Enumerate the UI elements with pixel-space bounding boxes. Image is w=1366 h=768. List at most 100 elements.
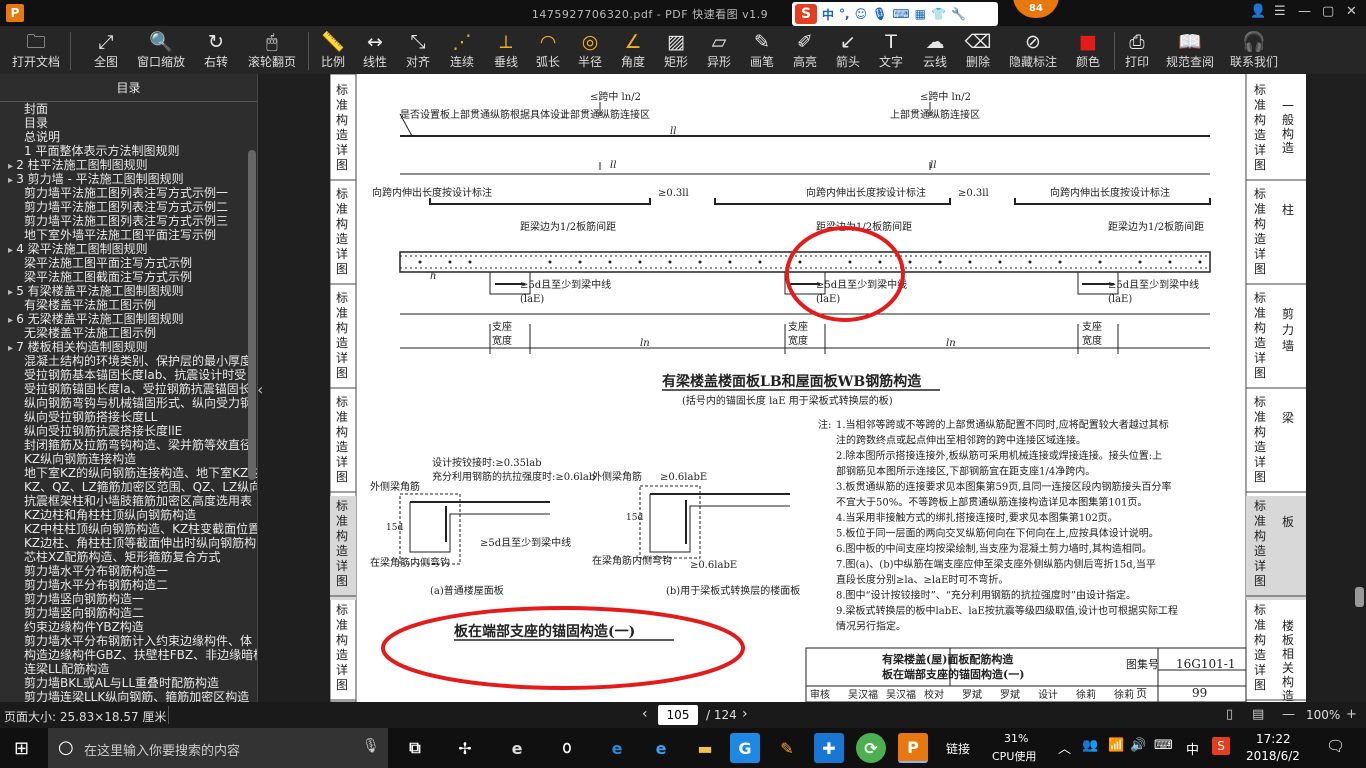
search-box[interactable]: ○ 在这里输入你要搜索的内容 🎙 bbox=[48, 728, 388, 768]
user-icon[interactable]: 👤 bbox=[1250, 4, 1266, 19]
notes-app-icon[interactable]: ✎ bbox=[772, 733, 802, 763]
markup-ellipse-1[interactable] bbox=[785, 226, 905, 322]
toc-item[interactable]: 混凝土结构的环境类别、保护层的最小厚度 bbox=[0, 354, 257, 368]
hide-markup-button[interactable]: ⊘ 隐藏标注 bbox=[1002, 30, 1064, 72]
toc-item[interactable]: 剪力墙水平分布钢筋构造一 bbox=[0, 564, 257, 578]
toc-item[interactable]: 剪力墙竖向钢筋构造一 bbox=[0, 592, 257, 606]
zoom-in-icon[interactable]: + bbox=[1346, 707, 1357, 722]
task-view-icon[interactable]: ⧉ bbox=[400, 733, 430, 763]
toc-item[interactable]: KZ边柱和角柱柱顶纵向钢筋构造 bbox=[0, 508, 257, 522]
side-tab-text[interactable]: 标准构造详图 bbox=[1254, 291, 1266, 380]
toc-item[interactable]: 5 有梁楼盖平法施工图制图规则 bbox=[0, 284, 257, 298]
arrow-button[interactable]: ↙ 箭头 bbox=[828, 30, 868, 72]
color-button[interactable]: ■ 颜色 bbox=[1068, 30, 1108, 72]
side-tab-text[interactable]: 标准构造详图 bbox=[336, 395, 348, 484]
ie-blue-icon[interactable]: e bbox=[646, 733, 676, 763]
toc-item[interactable]: 芯柱XZ配筋构造、矩形箍筋复合方式 bbox=[0, 550, 257, 564]
toc-item[interactable]: 有梁楼盖平法施工图示例 bbox=[0, 298, 257, 312]
swirl-app-icon[interactable]: ௦ bbox=[552, 733, 582, 763]
scale-button[interactable]: 📏 比例 bbox=[314, 30, 352, 72]
rotate-button[interactable]: ↻ 右转 bbox=[194, 30, 238, 72]
radius-button[interactable]: ◎ 半径 bbox=[570, 30, 610, 72]
side-tab-text[interactable]: 标准构造详图 bbox=[336, 187, 348, 276]
toc-item[interactable]: 连梁LL配筋构造 bbox=[0, 662, 257, 676]
side-tab-text[interactable]: 一般构造 bbox=[1282, 99, 1294, 155]
side-tab-text[interactable]: 柱 bbox=[1282, 202, 1294, 217]
toc-item[interactable]: 剪力墙水平分布钢筋构造二 bbox=[0, 578, 257, 592]
file-explorer-icon[interactable]: ▬ bbox=[690, 733, 720, 763]
toc-item[interactable]: 7 楼板相关构造制图规则 bbox=[0, 340, 257, 354]
toc-item[interactable]: 剪力墙水平分布钢筋计入约束边缘构件、体 bbox=[0, 634, 257, 648]
delete-button[interactable]: ⌫ 删除 bbox=[958, 30, 998, 72]
fit-button[interactable]: ⤢ 全图 bbox=[84, 30, 128, 72]
toc-item[interactable]: KZ边柱、角柱柱顶等截面伸出时纵向钢筋构 bbox=[0, 536, 257, 550]
sogou-tray-icon[interactable]: S bbox=[1212, 737, 1230, 755]
plus-app-icon[interactable]: ✚ bbox=[814, 733, 844, 763]
print-button[interactable]: ⎙ 打印 bbox=[1118, 30, 1156, 72]
toc-item[interactable]: KZ、QZ、LZ箍筋加密区范围、QZ、LZ纵向钢 bbox=[0, 480, 257, 494]
side-tab-text[interactable]: 标准构造详图 bbox=[1254, 499, 1266, 588]
zoom-window-button[interactable]: 🔍 窗口缩放 bbox=[134, 30, 188, 72]
open-button[interactable]: 🗀 打开文档 bbox=[6, 30, 66, 72]
toc-item[interactable]: 构造边缘构件GBZ、扶壁柱FBZ、非边缘暗柱 bbox=[0, 648, 257, 662]
page-number-input[interactable]: 105 bbox=[658, 705, 698, 725]
ime-indicator[interactable]: 中 bbox=[1186, 739, 1199, 758]
toc-item[interactable]: 3 剪力墙 - 平法施工图制图规则 bbox=[0, 172, 257, 186]
side-tab-text[interactable]: 梁 bbox=[1282, 410, 1294, 425]
pdf-viewer-task-icon[interactable]: P bbox=[898, 733, 928, 763]
side-tab-text[interactable]: 标准构造详图 bbox=[1254, 187, 1266, 276]
toc-item[interactable]: 目录 bbox=[0, 116, 257, 130]
side-tab-text[interactable]: 剪力墙 bbox=[1282, 306, 1294, 353]
side-tab-text[interactable]: 标准构造详图 bbox=[336, 83, 348, 172]
side-tab-text[interactable]: 标准构造详图 bbox=[1254, 603, 1266, 692]
toc-item[interactable]: 封闭箍筋及拉筋弯钩构造、梁并筋等效直径 bbox=[0, 438, 257, 452]
toc-item[interactable]: 无梁楼盖平法施工图示例 bbox=[0, 326, 257, 340]
scroll-page-button[interactable]: 🖱 滚轮翻页 bbox=[244, 30, 300, 72]
side-tab-text[interactable]: 板 bbox=[1282, 515, 1294, 529]
toc-item[interactable]: 6 无梁楼盖平法施工图制图规则 bbox=[0, 312, 257, 326]
toc-item[interactable]: 封面 bbox=[0, 102, 257, 116]
irregular-area-button[interactable]: ▱ 异形 bbox=[698, 30, 740, 72]
ime-toolbar[interactable]: S 中 °, ☺ 🎙 ⌨ ▦ 👕 🔧 bbox=[792, 2, 998, 26]
linear-button[interactable]: ↔ 线性 bbox=[356, 30, 394, 72]
keyboard-icon[interactable]: ⌨ bbox=[892, 7, 909, 21]
toc-item[interactable]: 地下室外墙平法施工图平面注写示例 bbox=[0, 228, 257, 242]
continuous-button[interactable]: ⋰ 连续 bbox=[442, 30, 482, 72]
edge-icon[interactable]: e bbox=[602, 733, 632, 763]
volume-icon[interactable]: 🔊 bbox=[1130, 738, 1146, 753]
fan-app-icon[interactable]: ✢ bbox=[450, 733, 480, 763]
green-app-icon[interactable]: ⟳ bbox=[856, 733, 886, 763]
toc-item[interactable]: KZ中柱柱顶纵向钢筋构造、KZ柱变截面位置 bbox=[0, 522, 257, 536]
markup-ellipse-2[interactable] bbox=[381, 606, 745, 690]
smile-icon[interactable]: ☺ bbox=[855, 7, 868, 21]
rect-area-button[interactable]: ▨ 矩形 bbox=[656, 30, 696, 72]
text-button[interactable]: T 文字 bbox=[870, 30, 912, 72]
g-app-icon[interactable]: G bbox=[730, 733, 760, 763]
arc-button[interactable]: ◠ 弧长 bbox=[528, 30, 568, 72]
toc-item[interactable]: 受拉钢筋锚固长度la、受拉钢筋抗震锚固长 bbox=[0, 382, 257, 396]
side-tab-text[interactable]: 标准构造详图 bbox=[336, 499, 348, 588]
microphone-icon[interactable]: 🎙 bbox=[362, 738, 380, 754]
notification-center-icon[interactable]: 🗨 bbox=[1326, 737, 1345, 755]
collapse-sidebar-icon[interactable]: ‹ bbox=[257, 380, 263, 399]
toc-item[interactable]: 梁平法施工图截面注写方式示例 bbox=[0, 270, 257, 284]
side-tab-text[interactable]: 楼板相关构造 bbox=[1282, 618, 1294, 702]
tray-up-icon[interactable]: ︿ bbox=[1058, 738, 1071, 757]
mic-icon[interactable]: 🎙 bbox=[872, 7, 887, 21]
maximize-icon[interactable]: ▢ bbox=[1322, 4, 1334, 19]
contact-button[interactable]: 🎧 联系我们 bbox=[1226, 30, 1282, 72]
continuous-page-icon[interactable]: ▤ bbox=[1252, 707, 1264, 722]
highlight-button[interactable]: ✐ 高亮 bbox=[784, 30, 826, 72]
viewer-scrollbar[interactable] bbox=[1355, 587, 1364, 607]
perpendicular-button[interactable]: ⟂ 垂线 bbox=[486, 30, 526, 72]
shirt-icon[interactable]: 👕 bbox=[931, 7, 946, 21]
side-tab-text[interactable]: 标准构造详图 bbox=[1254, 83, 1266, 172]
toc-item[interactable]: 剪力墙平法施工图列表注写方式示例一 bbox=[0, 186, 257, 200]
close-icon[interactable]: ✕ bbox=[1346, 4, 1357, 19]
next-page-icon[interactable]: › bbox=[742, 706, 748, 722]
toc-item[interactable]: 纵向受拉钢筋搭接长度LL bbox=[0, 410, 257, 424]
toc-item[interactable]: 地下室KZ的纵向钢筋连接构造、地下室KZ的 bbox=[0, 466, 257, 480]
ime-punct[interactable]: °, bbox=[839, 7, 850, 21]
ime-mode[interactable]: 中 bbox=[822, 6, 834, 23]
zoom-out-icon[interactable]: — bbox=[1282, 707, 1295, 722]
